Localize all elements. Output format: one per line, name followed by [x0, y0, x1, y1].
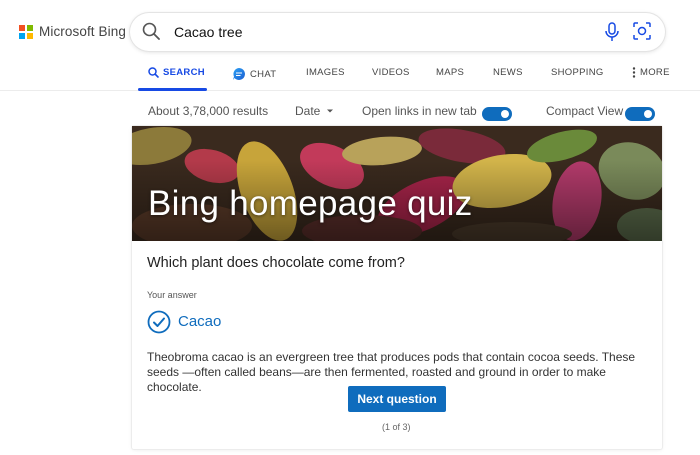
question-counter: (1 of 3) — [382, 422, 411, 432]
tab-chat-label: CHAT — [250, 68, 277, 80]
more-vertical-icon — [632, 67, 636, 78]
tab-videos-label: VIDEOS — [372, 67, 410, 78]
tab-search-label: SEARCH — [163, 67, 205, 78]
visual-search-icon[interactable] — [632, 21, 652, 46]
tab-more-label: MORE — [640, 67, 670, 78]
tab-news-label: NEWS — [493, 67, 523, 78]
tab-shopping[interactable]: SHOPPING — [551, 67, 604, 78]
tab-chat[interactable]: CHAT — [232, 67, 276, 81]
copilot-chat-icon — [233, 68, 245, 80]
tab-search[interactable]: SEARCH — [148, 67, 205, 78]
search-icon — [148, 67, 159, 78]
tab-news[interactable]: NEWS — [493, 67, 523, 78]
search-box[interactable]: Cacao tree — [130, 13, 665, 51]
results-count: About 3,78,000 results — [148, 104, 269, 118]
search-input[interactable]: Cacao tree — [174, 24, 242, 40]
compact-view-label: Compact View — [546, 104, 624, 118]
tab-images[interactable]: IMAGES — [306, 67, 345, 78]
active-tab-indicator — [138, 88, 207, 91]
microsoft-logo-icon — [19, 24, 33, 39]
tab-videos[interactable]: VIDEOS — [372, 67, 410, 78]
date-filter[interactable]: Date — [295, 104, 334, 118]
date-filter-label: Date — [295, 104, 321, 118]
check-circle-icon — [147, 310, 171, 339]
open-links-toggle[interactable] — [482, 107, 512, 121]
selected-answer: Cacao — [178, 313, 222, 330]
quiz-question: Which plant does chocolate come from? — [147, 255, 405, 271]
quiz-card: Bing homepage quiz Which plant does choc… — [132, 126, 662, 449]
quiz-title: Bing homepage quiz — [148, 184, 473, 223]
next-question-button[interactable]: Next question — [348, 386, 446, 412]
search-icon[interactable] — [142, 22, 160, 45]
tab-shopping-label: SHOPPING — [551, 67, 604, 78]
caret-down-icon — [327, 109, 334, 113]
tab-images-label: IMAGES — [306, 67, 345, 78]
compact-view-toggle[interactable] — [625, 107, 655, 121]
bing-logo[interactable]: Microsoft Bing — [19, 24, 126, 39]
tab-maps-label: MAPS — [436, 67, 465, 78]
tab-maps[interactable]: MAPS — [436, 67, 464, 78]
microphone-icon[interactable] — [604, 22, 620, 47]
brand-name: Microsoft Bing — [39, 24, 126, 39]
cacao-pods-image: Bing homepage quiz — [132, 126, 662, 241]
search-tabs: SEARCH CHAT IMAGES VIDEOS MAPS NEWS SHOP… — [0, 60, 700, 91]
your-answer-label: Your answer — [147, 290, 197, 300]
open-links-label: Open links in new tab — [362, 104, 477, 118]
tab-more[interactable]: MORE — [632, 67, 670, 78]
